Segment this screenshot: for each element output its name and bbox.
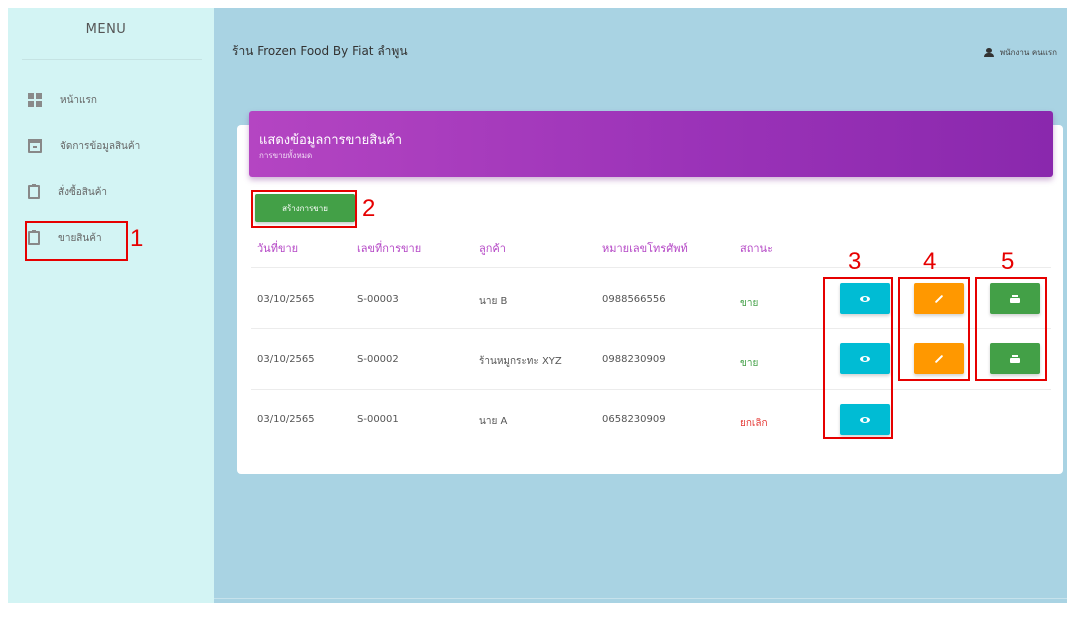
cell-date: 03/10/2565 <box>257 354 315 365</box>
cell-customer: นาย A <box>479 416 508 427</box>
annotation-number-4: 4 <box>923 248 937 275</box>
column-header-phone: หมายเลขโทรศัพท์ <box>602 242 688 255</box>
cell-customer: ร้านหมูกระทะ XYZ <box>479 356 562 367</box>
sidebar: MENU หน้าแรก จัดการข้อมูลสินค้า สั่งซื้อ… <box>8 8 214 603</box>
table-divider <box>251 389 1051 390</box>
annotation-box-4 <box>898 277 970 381</box>
sidebar-item-orders[interactable]: สั่งซื้อสินค้า <box>28 179 107 205</box>
user-name: พนักงาน คนแรก <box>999 48 1057 57</box>
sidebar-item-home[interactable]: หน้าแรก <box>28 87 97 113</box>
cell-sale-no: S-00001 <box>357 414 399 425</box>
annotation-box-5 <box>975 277 1047 381</box>
cell-date: 03/10/2565 <box>257 414 315 425</box>
cell-date: 03/10/2565 <box>257 294 315 305</box>
dashboard-icon <box>28 93 42 107</box>
annotation-box-3 <box>823 277 893 439</box>
column-header-date: วันที่ขาย <box>257 242 299 255</box>
sidebar-item-label: จัดการข้อมูลสินค้า <box>60 140 141 152</box>
annotation-number-1: 1 <box>130 225 144 252</box>
column-header-customer: ลูกค้า <box>479 242 506 255</box>
status-badge: ยกเลิก <box>740 418 768 429</box>
annotation-number-5: 5 <box>1001 248 1015 275</box>
user-menu[interactable]: พนักงาน คนแรก <box>983 46 1057 59</box>
card-title: แสดงข้อมูลการขายสินค้า <box>259 133 403 148</box>
cell-phone: 0988230909 <box>602 354 666 365</box>
user-icon <box>983 48 994 57</box>
status-badge: ขาย <box>740 298 759 309</box>
cell-sale-no: S-00003 <box>357 294 399 305</box>
cell-phone: 0658230909 <box>602 414 666 425</box>
footer-divider <box>214 598 1067 599</box>
card-subtitle: การขายทั้งหมด <box>259 151 313 160</box>
cell-customer: นาย B <box>479 296 508 307</box>
annotation-box-1 <box>25 221 128 261</box>
menu-divider <box>22 59 202 60</box>
annotation-number-3: 3 <box>848 248 862 275</box>
sidebar-item-label: หน้าแรก <box>60 94 97 106</box>
column-header-status: สถานะ <box>740 242 773 255</box>
clipboard-icon <box>28 184 40 199</box>
column-header-sale-no: เลขที่การขาย <box>357 242 422 255</box>
cell-sale-no: S-00002 <box>357 354 399 365</box>
shop-title: ร้าน Frozen Food By Fiat ลำพูน <box>232 44 408 58</box>
cell-phone: 0988566556 <box>602 294 666 305</box>
archive-icon <box>28 139 42 153</box>
sidebar-item-label: สั่งซื้อสินค้า <box>58 186 108 198</box>
sidebar-item-products[interactable]: จัดการข้อมูลสินค้า <box>28 133 140 159</box>
card-header: แสดงข้อมูลการขายสินค้า การขายทั้งหมด <box>249 111 1053 177</box>
menu-title: MENU <box>85 22 127 37</box>
status-badge: ขาย <box>740 358 759 369</box>
annotation-number-2: 2 <box>362 195 376 222</box>
annotation-box-2 <box>251 190 357 228</box>
